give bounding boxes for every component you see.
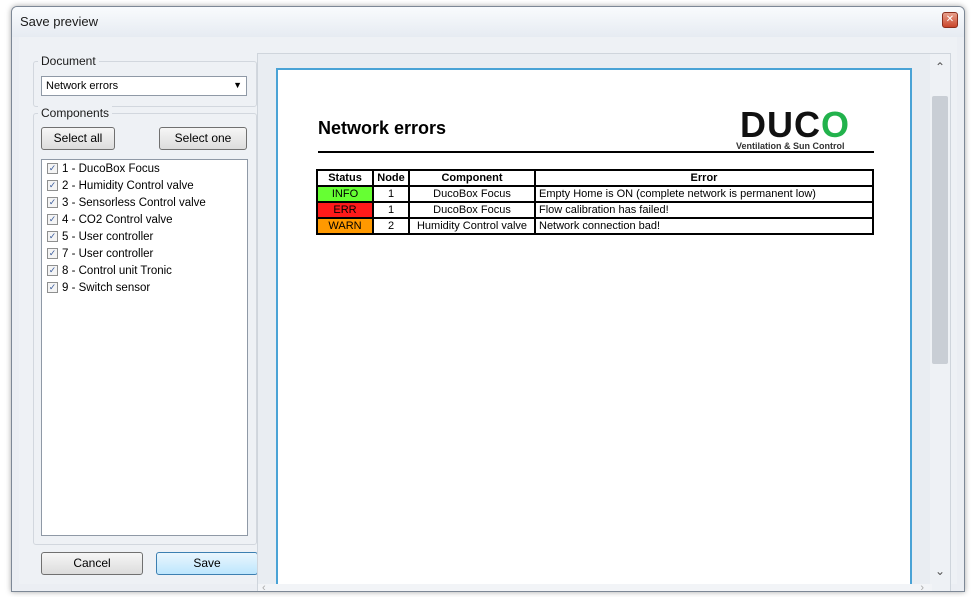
table-row: WARN 2 Humidity Control valve Network co… [316, 217, 874, 235]
list-item[interactable]: ✓ 4 - CO2 Control valve [42, 211, 247, 228]
save-preview-window: Save preview ✕ Document Network errors ▼… [11, 6, 965, 592]
checkbox-checked-icon[interactable]: ✓ [47, 248, 58, 259]
column-header: Component [408, 169, 536, 187]
preview-panel[interactable]: Network errors DUCO Ventilation & Sun Co… [257, 53, 951, 591]
cancel-button[interactable]: Cancel [41, 552, 143, 575]
select-all-button[interactable]: Select all [41, 127, 115, 150]
list-item-label: 2 - Humidity Control valve [62, 179, 194, 192]
checkbox-checked-icon[interactable]: ✓ [47, 265, 58, 276]
error-cell: Empty Home is ON (complete network is pe… [534, 185, 874, 203]
node-cell: 1 [372, 201, 410, 219]
list-item-label: 1 - DucoBox Focus [62, 162, 160, 175]
status-badge: ERR [316, 201, 374, 219]
network-errors-table: Status Node Component Error INFO 1 DucoB… [316, 169, 874, 235]
table-header-row: Status Node Component Error [316, 169, 874, 187]
checkbox-checked-icon[interactable]: ✓ [47, 180, 58, 191]
scroll-up-icon[interactable]: ⌃ [935, 60, 945, 74]
list-item[interactable]: ✓ 2 - Humidity Control valve [42, 177, 247, 194]
list-item[interactable]: ✓ 7 - User controller [42, 245, 247, 262]
preview-document: Network errors DUCO Ventilation & Sun Co… [276, 68, 912, 591]
scroll-thumb[interactable] [932, 96, 948, 364]
list-item[interactable]: ✓ 8 - Control unit Tronic [42, 262, 247, 279]
status-badge: INFO [316, 185, 374, 203]
document-group-label: Document [38, 54, 99, 68]
list-item-label: 8 - Control unit Tronic [62, 264, 172, 277]
checkbox-checked-icon[interactable]: ✓ [47, 231, 58, 242]
error-cell: Flow calibration has failed! [534, 201, 874, 219]
preview-title: Network errors [318, 118, 447, 138]
column-header: Node [372, 169, 410, 187]
vertical-scrollbar[interactable]: ⌃ ⌄ [930, 54, 950, 591]
node-cell: 2 [372, 217, 410, 235]
scroll-down-icon[interactable]: ⌄ [935, 564, 945, 578]
chevron-down-icon: ▼ [233, 80, 242, 90]
duco-logo: DUCO [740, 104, 851, 145]
checkbox-checked-icon[interactable]: ✓ [47, 282, 58, 293]
column-header: Status [316, 169, 374, 187]
scroll-left-icon[interactable]: ‹ [262, 582, 266, 591]
components-list[interactable]: ✓ 1 - DucoBox Focus ✓ 2 - Humidity Control… [41, 159, 248, 536]
list-item-label: 5 - User controller [62, 230, 154, 243]
dialog-client-area: Document Network errors ▼ Components Sel… [19, 37, 957, 591]
document-dropdown[interactable]: Network errors ▼ [41, 76, 247, 96]
list-item[interactable]: ✓ 5 - User controller [42, 228, 247, 245]
components-group-label: Components [38, 106, 113, 120]
checkbox-checked-icon[interactable]: ✓ [47, 214, 58, 225]
scroll-right-icon[interactable]: › [920, 582, 924, 591]
column-header: Error [534, 169, 874, 187]
table-row: ERR 1 DucoBox Focus Flow calibration has… [316, 201, 874, 219]
component-cell: Humidity Control valve [408, 217, 536, 235]
title-divider [318, 151, 874, 153]
list-item-label: 3 - Sensorless Control valve [62, 196, 206, 209]
component-cell: DucoBox Focus [408, 201, 536, 219]
list-item[interactable]: ✓ 9 - Switch sensor [42, 279, 247, 296]
document-dropdown-value: Network errors [46, 80, 119, 92]
title-bar[interactable]: Save preview ✕ [12, 7, 964, 37]
node-cell: 1 [372, 185, 410, 203]
list-item-label: 4 - CO2 Control valve [62, 213, 173, 226]
checkbox-checked-icon[interactable]: ✓ [47, 163, 58, 174]
table-row: INFO 1 DucoBox Focus Empty Home is ON (c… [316, 185, 874, 203]
horizontal-scrollbar[interactable]: ‹ › [258, 582, 932, 591]
component-cell: DucoBox Focus [408, 185, 536, 203]
status-badge: WARN [316, 217, 374, 235]
list-item-label: 9 - Switch sensor [62, 281, 151, 294]
list-item[interactable]: ✓ 1 - DucoBox Focus [42, 160, 247, 177]
list-item[interactable]: ✓ 3 - Sensorless Control valve [42, 194, 247, 211]
logo-tagline: Ventilation & Sun Control [736, 141, 845, 151]
checkbox-checked-icon[interactable]: ✓ [47, 197, 58, 208]
close-icon[interactable]: ✕ [942, 12, 958, 28]
select-one-button[interactable]: Select one [159, 127, 247, 150]
save-button[interactable]: Save [156, 552, 258, 575]
window-title: Save preview [20, 14, 99, 29]
list-item-label: 7 - User controller [62, 247, 154, 260]
error-cell: Network connection bad! [534, 217, 874, 235]
